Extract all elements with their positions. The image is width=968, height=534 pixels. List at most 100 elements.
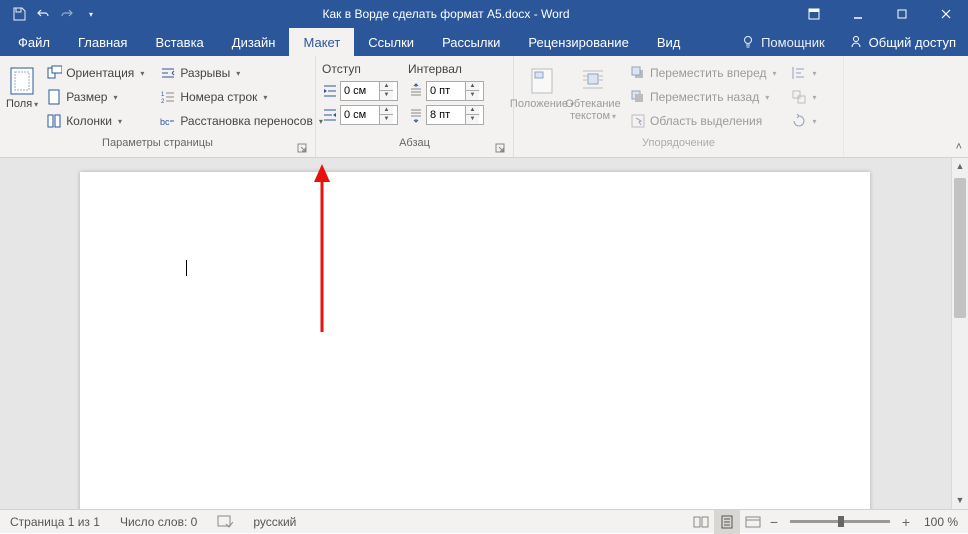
text-cursor (186, 260, 187, 276)
send-backward-icon (630, 89, 646, 105)
lightbulb-icon (741, 35, 755, 49)
page[interactable] (80, 172, 870, 509)
spacing-header: Интервал (408, 62, 484, 80)
wrap-text-button[interactable]: Обтекание текстом (564, 60, 622, 123)
group-arrange-label: Упорядочение (520, 137, 837, 155)
hyphenation-button[interactable]: bcРасстановка переносов (156, 110, 327, 132)
spacing-before-input[interactable]: ▲▼ (426, 81, 484, 101)
ribbon-options-button[interactable] (792, 0, 836, 28)
group-objects-button[interactable] (787, 86, 821, 108)
zoom-slider[interactable] (790, 520, 890, 523)
orientation-button[interactable]: Ориентация (42, 62, 148, 84)
size-button[interactable]: Размер (42, 86, 148, 108)
orientation-icon (46, 65, 62, 81)
bring-forward-icon (630, 65, 646, 81)
line-numbers-icon: 12 (160, 89, 176, 105)
redo-icon[interactable] (58, 5, 76, 23)
zoom-out-button[interactable]: − (766, 514, 782, 530)
position-button[interactable]: Положение (520, 60, 564, 111)
columns-icon (46, 113, 62, 129)
document-area: ▲ ▼ (0, 158, 968, 509)
paragraph-launcher[interactable] (493, 141, 507, 155)
tab-view[interactable]: Вид (643, 28, 695, 56)
web-layout-icon (745, 515, 761, 529)
group-page-setup: Поля Ориентация Размер Колонки Разрывы 1… (0, 56, 316, 157)
indent-right-icon (322, 107, 338, 123)
spacing-before-icon (408, 83, 424, 99)
line-numbers-button[interactable]: 12Номера строк (156, 86, 327, 108)
indent-left-icon (322, 83, 338, 99)
hyphenation-icon: bc (160, 113, 176, 129)
tell-me-button[interactable]: Помощник (729, 28, 837, 56)
margins-label: Поля (6, 98, 38, 111)
indent-header: Отступ (322, 62, 398, 80)
status-page[interactable]: Страница 1 из 1 (0, 515, 110, 529)
spacing-after-input[interactable]: ▲▼ (426, 105, 484, 125)
zoom-knob[interactable] (838, 516, 844, 527)
close-button[interactable] (924, 0, 968, 28)
tab-review[interactable]: Рецензирование (514, 28, 642, 56)
window-title: Как в Ворде сделать формат A5.docx - Wor… (100, 7, 792, 21)
undo-icon[interactable] (34, 5, 52, 23)
rotate-button[interactable] (787, 110, 821, 132)
status-spellcheck[interactable] (207, 515, 243, 529)
tab-file[interactable]: Файл (4, 28, 64, 56)
share-button[interactable]: Общий доступ (837, 28, 968, 56)
status-bar: Страница 1 из 1 Число слов: 0 русский − … (0, 509, 968, 533)
align-button[interactable] (787, 62, 821, 84)
tab-references[interactable]: Ссылки (354, 28, 428, 56)
indent-right-input[interactable]: ▲▼ (340, 105, 398, 125)
margins-button[interactable]: Поля (6, 60, 38, 111)
collapse-ribbon-button[interactable]: ˄ (956, 141, 962, 153)
group-paragraph-label: Абзац (322, 137, 507, 155)
page-setup-launcher[interactable] (295, 141, 309, 155)
align-icon (791, 65, 807, 81)
scroll-up-button[interactable]: ▲ (952, 158, 968, 175)
wrap-icon (579, 66, 607, 96)
size-icon (46, 89, 62, 105)
scroll-down-button[interactable]: ▼ (952, 492, 968, 509)
send-backward-button[interactable]: Переместить назад (626, 86, 781, 108)
rotate-icon (791, 113, 807, 129)
bring-forward-button[interactable]: Переместить вперед (626, 62, 781, 84)
ribbon-tabs: Файл Главная Вставка Дизайн Макет Ссылки… (0, 28, 968, 56)
group-paragraph: Отступ ▲▼ ▲▼ Интервал ▲▼ ▲▼ (316, 56, 514, 157)
view-print-layout[interactable] (714, 510, 740, 534)
spacing-after-icon (408, 107, 424, 123)
status-words[interactable]: Число слов: 0 (110, 515, 207, 529)
view-web-layout[interactable] (740, 510, 766, 534)
margins-icon (8, 66, 36, 96)
tab-mailings[interactable]: Рассылки (428, 28, 514, 56)
zoom-in-button[interactable]: + (898, 514, 914, 530)
tab-home[interactable]: Главная (64, 28, 141, 56)
vertical-scrollbar[interactable]: ▲ ▼ (951, 158, 968, 509)
group-page-setup-label: Параметры страницы (6, 137, 309, 155)
maximize-button[interactable] (880, 0, 924, 28)
scroll-thumb[interactable] (954, 178, 966, 318)
svg-text:1: 1 (161, 92, 165, 98)
breaks-icon (160, 65, 176, 81)
share-label: Общий доступ (869, 35, 956, 50)
selection-pane-button[interactable]: Область выделения (626, 110, 781, 132)
tab-insert[interactable]: Вставка (141, 28, 217, 56)
columns-button[interactable]: Колонки (42, 110, 148, 132)
position-icon (528, 66, 556, 96)
tab-design[interactable]: Дизайн (218, 28, 290, 56)
indent-left-input[interactable]: ▲▼ (340, 81, 398, 101)
tell-me-label: Помощник (761, 35, 825, 50)
svg-text:bc: bc (160, 117, 170, 127)
status-language[interactable]: русский (243, 515, 306, 529)
print-layout-icon (719, 515, 735, 529)
group-arrange: Положение Обтекание текстом Переместить … (514, 56, 844, 157)
tab-layout[interactable]: Макет (289, 28, 354, 56)
save-icon[interactable] (10, 5, 28, 23)
qat-customize-icon[interactable]: ▾ (82, 5, 100, 23)
view-read-mode[interactable] (688, 510, 714, 534)
ribbon: Поля Ориентация Размер Колонки Разрывы 1… (0, 56, 968, 158)
group-objects-icon (791, 89, 807, 105)
zoom-level[interactable]: 100 % (914, 515, 968, 529)
breaks-button[interactable]: Разрывы (156, 62, 327, 84)
minimize-button[interactable] (836, 0, 880, 28)
svg-text:2: 2 (161, 99, 165, 105)
share-icon (849, 35, 863, 49)
